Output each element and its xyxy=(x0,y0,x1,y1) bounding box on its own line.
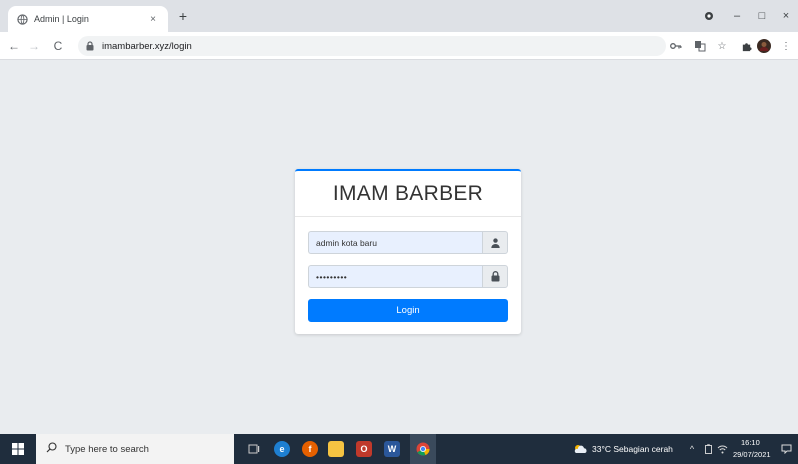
address-bar[interactable]: imambarber.xyz/login xyxy=(78,36,666,56)
edge-icon[interactable]: e xyxy=(274,441,290,457)
back-button[interactable]: ← xyxy=(6,38,22,54)
new-tab-button[interactable]: + xyxy=(175,8,191,24)
browser-toolbar: ← → C imambarber.xyz/login ☆ ⋮ xyxy=(0,32,798,60)
forward-button[interactable]: → xyxy=(26,38,42,54)
file-explorer-icon[interactable] xyxy=(328,441,344,457)
lock-icon xyxy=(482,265,508,288)
globe-icon xyxy=(16,13,28,25)
windows-taskbar: Type here to search e f O W 33°C Sebagia… xyxy=(0,434,798,464)
taskbar-search-box[interactable]: Type here to search xyxy=(36,434,234,464)
close-window-button[interactable]: × xyxy=(776,6,796,26)
login-button[interactable]: Login xyxy=(308,299,508,322)
translate-icon[interactable] xyxy=(692,38,708,54)
tab-title: Admin | Login xyxy=(34,14,89,24)
task-view-icon[interactable] xyxy=(246,441,262,457)
clock-date[interactable]: 29/07/2021 xyxy=(733,450,771,459)
avatar[interactable] xyxy=(756,38,772,54)
word-icon[interactable]: W xyxy=(384,441,400,457)
chrome-icon xyxy=(416,442,430,456)
login-card-header: IMAM BARBER xyxy=(295,171,521,217)
username-group: admin kota baru xyxy=(308,231,508,254)
extensions-puzzle-icon[interactable] xyxy=(738,38,754,54)
login-card: IMAM BARBER admin kota baru ••••••••• Lo… xyxy=(295,169,521,334)
star-icon[interactable]: ☆ xyxy=(714,38,730,54)
browser-menu-icon[interactable]: ⋮ xyxy=(778,38,794,54)
page-background: IMAM BARBER admin kota baru ••••••••• Lo… xyxy=(0,60,798,434)
clock-time[interactable]: 16:10 xyxy=(741,438,760,447)
browser-tabstrip: Admin | Login × + – □ × xyxy=(0,0,798,32)
profile-dot-icon[interactable] xyxy=(699,6,719,26)
password-input[interactable]: ••••••••• xyxy=(308,265,482,288)
login-form: admin kota baru ••••••••• Login xyxy=(295,217,521,322)
url-text: imambarber.xyz/login xyxy=(102,40,192,52)
key-icon[interactable] xyxy=(668,38,684,54)
lock-icon xyxy=(86,41,96,51)
browser-tab[interactable]: Admin | Login × xyxy=(8,6,168,32)
password-group: ••••••••• xyxy=(308,265,508,288)
weather-text[interactable]: 33°C Sebagian cerah xyxy=(592,444,673,454)
tab-close-icon[interactable]: × xyxy=(146,14,160,25)
chevron-up-icon[interactable]: ^ xyxy=(686,443,698,455)
network-icon[interactable] xyxy=(716,443,728,455)
firefox-icon[interactable]: f xyxy=(302,441,318,457)
reload-button[interactable]: C xyxy=(50,38,66,54)
chrome-taskbar-button[interactable] xyxy=(410,434,436,464)
user-icon xyxy=(482,231,508,254)
weather-cloud-icon xyxy=(572,443,588,455)
username-input[interactable]: admin kota baru xyxy=(308,231,482,254)
windows-start-icon[interactable] xyxy=(0,434,36,464)
battery-icon[interactable] xyxy=(702,443,714,455)
search-icon xyxy=(46,440,57,458)
maximize-button[interactable]: □ xyxy=(752,6,772,26)
notification-icon[interactable] xyxy=(780,443,792,455)
brand-title: IMAM BARBER xyxy=(332,181,484,205)
office-icon[interactable]: O xyxy=(356,441,372,457)
minimize-button[interactable]: – xyxy=(727,6,747,26)
search-placeholder: Type here to search xyxy=(65,443,149,455)
